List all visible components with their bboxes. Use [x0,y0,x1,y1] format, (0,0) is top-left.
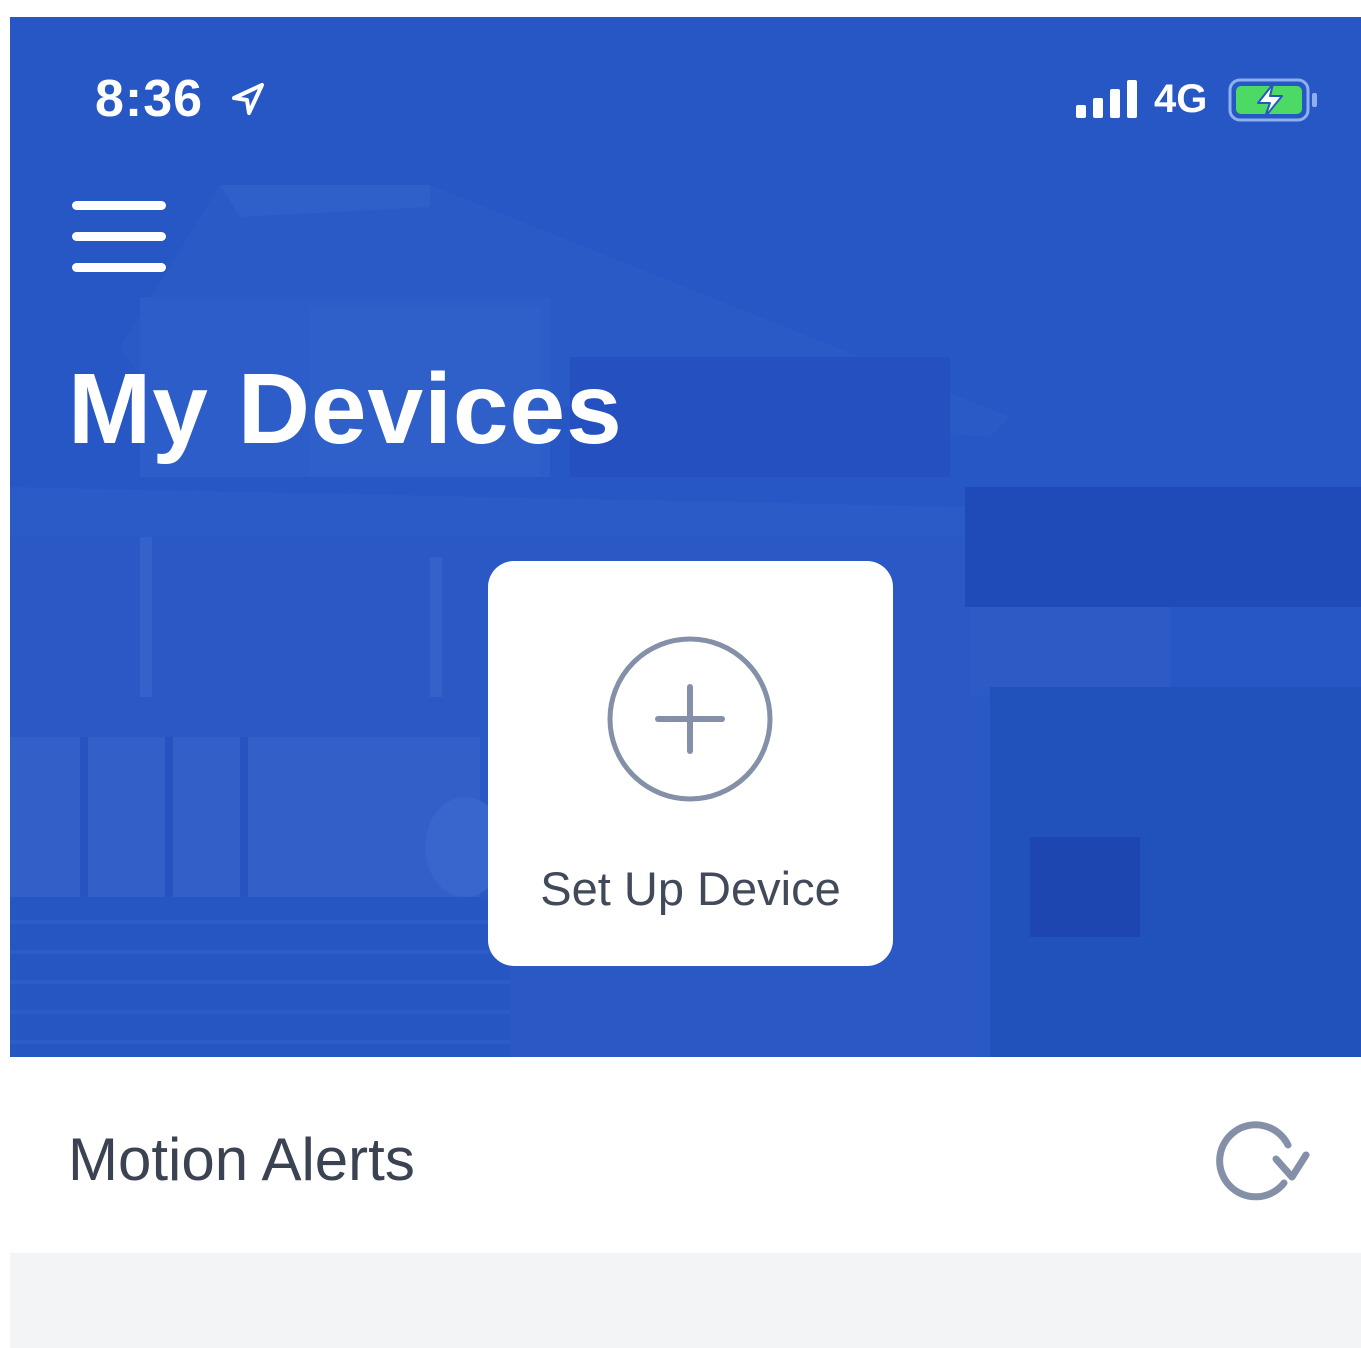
menu-line-bottom [72,263,166,272]
set-up-device-button[interactable]: Set Up Device [488,561,893,966]
battery-charging-icon [1228,78,1317,122]
menu-line-middle [72,232,166,241]
location-arrow-icon [232,83,264,115]
app-screen: 8:36 4G My Devices Set Up Device Motion … [10,17,1361,1348]
status-bar: 8:36 4G [10,17,1361,177]
set-up-device-label: Set Up Device [540,862,841,915]
network-type-label: 4G [1154,77,1208,121]
motion-alerts-list [10,1253,1361,1348]
motion-alerts-header: Motion Alerts [10,1057,1361,1253]
cellular-signal-icon [1076,80,1137,118]
hamburger-menu-icon[interactable] [68,199,168,279]
motion-alerts-title: Motion Alerts [68,1126,415,1193]
page-title: My Devices [68,353,623,465]
plus-circle-icon [607,636,773,802]
refresh-icon[interactable] [1214,1117,1310,1201]
devices-hero: 8:36 4G My Devices Set Up Device [10,17,1361,1057]
status-time: 8:36 [95,70,204,128]
menu-line-top [72,201,166,210]
